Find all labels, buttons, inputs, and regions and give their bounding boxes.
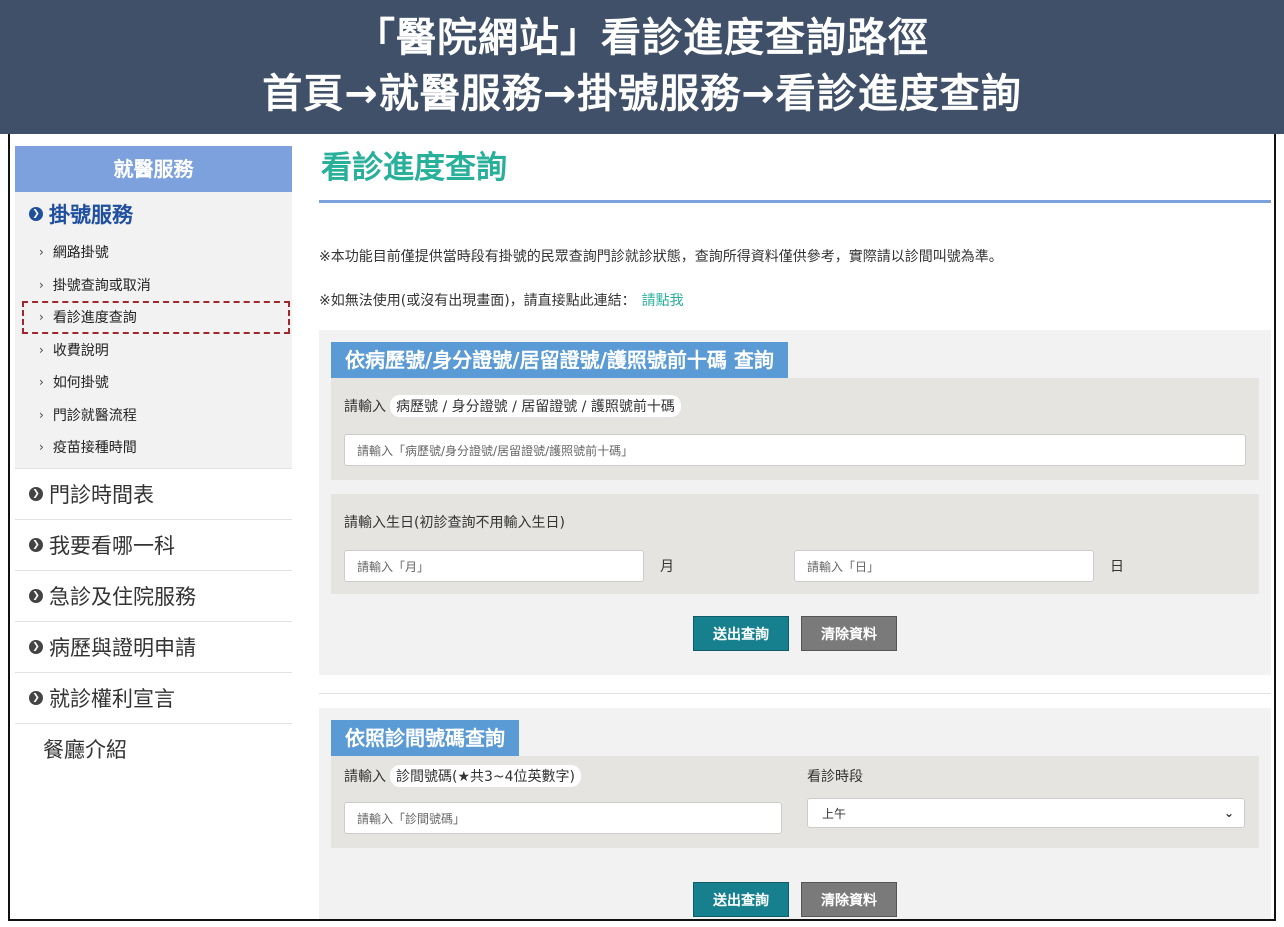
chevron-right-icon: ›: [39, 407, 44, 422]
sidebar-item-registration[interactable]: ❯ 掛號服務: [15, 192, 292, 236]
sidebar-item-clinic-schedule[interactable]: ❯ 門診時間表: [15, 469, 292, 520]
chevron-right-icon: ❯: [29, 639, 43, 654]
birthday-box: 請輸入生日(初診查詢不用輸入生日) 請輸入「月」 月 請輸入「日」 日: [331, 494, 1259, 594]
sidebar-item-which-department[interactable]: ❯ 我要看哪一科: [15, 520, 292, 571]
sidebar-subitem-label: 收費說明: [52, 342, 109, 359]
main-content: 看診進度查詢 ※本功能目前僅提供當時段有掛號的民眾查詢門診就診狀態，查詢所得資料…: [319, 146, 1271, 919]
divider: [319, 693, 1271, 694]
chevron-right-icon: ›: [39, 310, 44, 325]
fallback-notice: ※如無法使用(或沒有出現畫面)，請直接點此連結： 請點我: [319, 290, 1271, 310]
sidebar-subitem-online-registration[interactable]: › 網路掛號: [15, 236, 292, 269]
chevron-right-icon: ›: [39, 440, 44, 455]
fallback-notice-text: ※如無法使用(或沒有出現畫面)，請直接點此連結：: [319, 293, 636, 309]
sidebar-subitem-vaccine-times[interactable]: › 疫苗接種時間: [15, 431, 292, 464]
clear-button[interactable]: 清除資料: [801, 882, 897, 917]
chevron-right-icon: ❯: [29, 486, 43, 501]
id-field-box: 請輸入 病歷號 / 身分證號 / 居留證號 / 護照號前十碼 請輸入「病歷號/身…: [331, 378, 1259, 480]
page-title: 看診進度查詢: [321, 150, 507, 186]
banner-title: 「醫院網站」看診進度查詢路徑: [355, 15, 929, 61]
sidebar-item-label: 急診及住院服務: [49, 584, 196, 609]
fallback-link[interactable]: 請點我: [642, 293, 684, 309]
label-pill: 病歷號 / 身分證號 / 居留證號 / 護照號前十碼: [390, 395, 681, 417]
sidebar: 就醫服務 ❯ 掛號服務 › 網路掛號 › 掛號查詢或取消 › 看診進度查詢 › …: [15, 146, 292, 775]
clear-button[interactable]: 清除資料: [801, 616, 897, 651]
room-field-label: 請輸入 診間號碼(★共3~4位英數字): [344, 762, 782, 790]
chevron-right-icon: ›: [39, 245, 44, 260]
panel-title: 依病歷號/身分證號/居留證號/護照號前十碼 查詢: [331, 342, 788, 378]
chevron-right-icon: ›: [39, 342, 44, 357]
sidebar-subitem-label: 看診進度查詢: [52, 310, 137, 327]
query-panel-by-room: 依照診間號碼查詢 請輸入 診間號碼(★共3~4位英數字) 請輸入「診間號碼」 看…: [319, 708, 1271, 919]
chevron-right-icon: ❯: [29, 690, 43, 705]
chevron-right-icon: ❯: [29, 207, 43, 221]
sidebar-subitem-label: 疫苗接種時間: [52, 440, 137, 457]
label-prefix: 請輸入: [344, 399, 386, 415]
sidebar-group-registration: ❯ 掛號服務 › 網路掛號 › 掛號查詢或取消 › 看診進度查詢 › 收費說明 …: [15, 192, 292, 468]
sidebar-subitem-label: 如何掛號: [52, 375, 109, 392]
sidebar-item-records-certificates[interactable]: ❯ 病歷與證明申請: [15, 622, 292, 673]
title-rule: [319, 200, 1271, 203]
sidebar-subitem-query-cancel[interactable]: › 掛號查詢或取消: [15, 269, 292, 302]
sidebar-subitem-fees[interactable]: › 收費說明: [15, 334, 292, 367]
panel-title: 依照診間號碼查詢: [331, 720, 519, 756]
birth-day-input[interactable]: 請輸入「日」: [794, 550, 1094, 582]
form2-buttons: 送出查詢 清除資料: [331, 882, 1259, 917]
sidebar-item-restaurant[interactable]: 餐廳介紹: [15, 724, 292, 775]
sidebar-subitem-label: 掛號查詢或取消: [52, 277, 151, 294]
sidebar-item-label: 掛號服務: [49, 203, 133, 227]
sidebar-item-label: 我要看哪一科: [49, 533, 175, 558]
path-banner: 「醫院網站」看診進度查詢路徑 首頁→就醫服務→掛號服務→看診進度查詢: [0, 0, 1284, 134]
sidebar-item-label: 門診時間表: [49, 482, 154, 507]
room-field-box: 請輸入 診間號碼(★共3~4位英數字) 請輸入「診間號碼」 看診時段 上午 ⌄: [331, 756, 1259, 848]
id-input[interactable]: 請輸入「病歷號/身分證號/居留證號/護照號前十碼」: [344, 434, 1246, 466]
sidebar-subitem-progress-query[interactable]: › 看診進度查詢: [22, 301, 290, 334]
screenshot-frame: 就醫服務 ❯ 掛號服務 › 網路掛號 › 掛號查詢或取消 › 看診進度查詢 › …: [8, 134, 1276, 921]
session-select-value: 上午: [822, 806, 847, 821]
sidebar-subitem-label: 門診就醫流程: [52, 407, 137, 424]
sidebar-item-emergency-inpatient[interactable]: ❯ 急診及住院服務: [15, 571, 292, 622]
banner-path: 首頁→就醫服務→掛號服務→看診進度查詢: [262, 71, 1022, 117]
session-select[interactable]: 上午 ⌄: [807, 798, 1245, 828]
form1-buttons: 送出查詢 清除資料: [331, 616, 1259, 651]
sidebar-item-label: 就診權利宣言: [49, 686, 175, 711]
room-number-input[interactable]: 請輸入「診間號碼」: [344, 802, 782, 834]
sidebar-item-label: 病歷與證明申請: [49, 635, 196, 660]
birth-month-input[interactable]: 請輸入「月」: [344, 550, 644, 582]
chevron-right-icon: ›: [39, 375, 44, 390]
session-label: 看診時段: [807, 769, 863, 785]
id-field-label: 請輸入 病歷號 / 身分證號 / 居留證號 / 護照號前十碼: [344, 392, 1246, 420]
chevron-down-icon: ⌄: [1223, 806, 1234, 820]
chevron-right-icon: ❯: [29, 588, 43, 603]
sidebar-subitem-label: 網路掛號: [52, 245, 109, 262]
sidebar-subitem-clinic-process[interactable]: › 門診就醫流程: [15, 399, 292, 432]
submit-button[interactable]: 送出查詢: [693, 616, 789, 651]
query-panel-by-id: 依病歷號/身分證號/居留證號/護照號前十碼 查詢 請輸入 病歷號 / 身分證號 …: [319, 330, 1271, 675]
sidebar-header: 就醫服務: [15, 146, 292, 192]
label-prefix: 請輸入: [344, 769, 386, 785]
label-pill: 診間號碼(★共3~4位英數字): [390, 765, 582, 787]
chevron-right-icon: ❯: [29, 537, 43, 552]
sidebar-item-patient-rights[interactable]: ❯ 就診權利宣言: [15, 673, 292, 724]
chevron-right-icon: ›: [39, 277, 44, 292]
month-unit: 月: [660, 559, 674, 575]
sidebar-subitem-how-to-register[interactable]: › 如何掛號: [15, 366, 292, 399]
day-unit: 日: [1110, 559, 1124, 575]
birthday-label: 請輸入生日(初診查詢不用輸入生日): [344, 515, 565, 531]
submit-button[interactable]: 送出查詢: [693, 882, 789, 917]
notice-text: ※本功能目前僅提供當時段有掛號的民眾查詢門診就診狀態，查詢所得資料僅供參考，實際…: [319, 249, 1003, 265]
